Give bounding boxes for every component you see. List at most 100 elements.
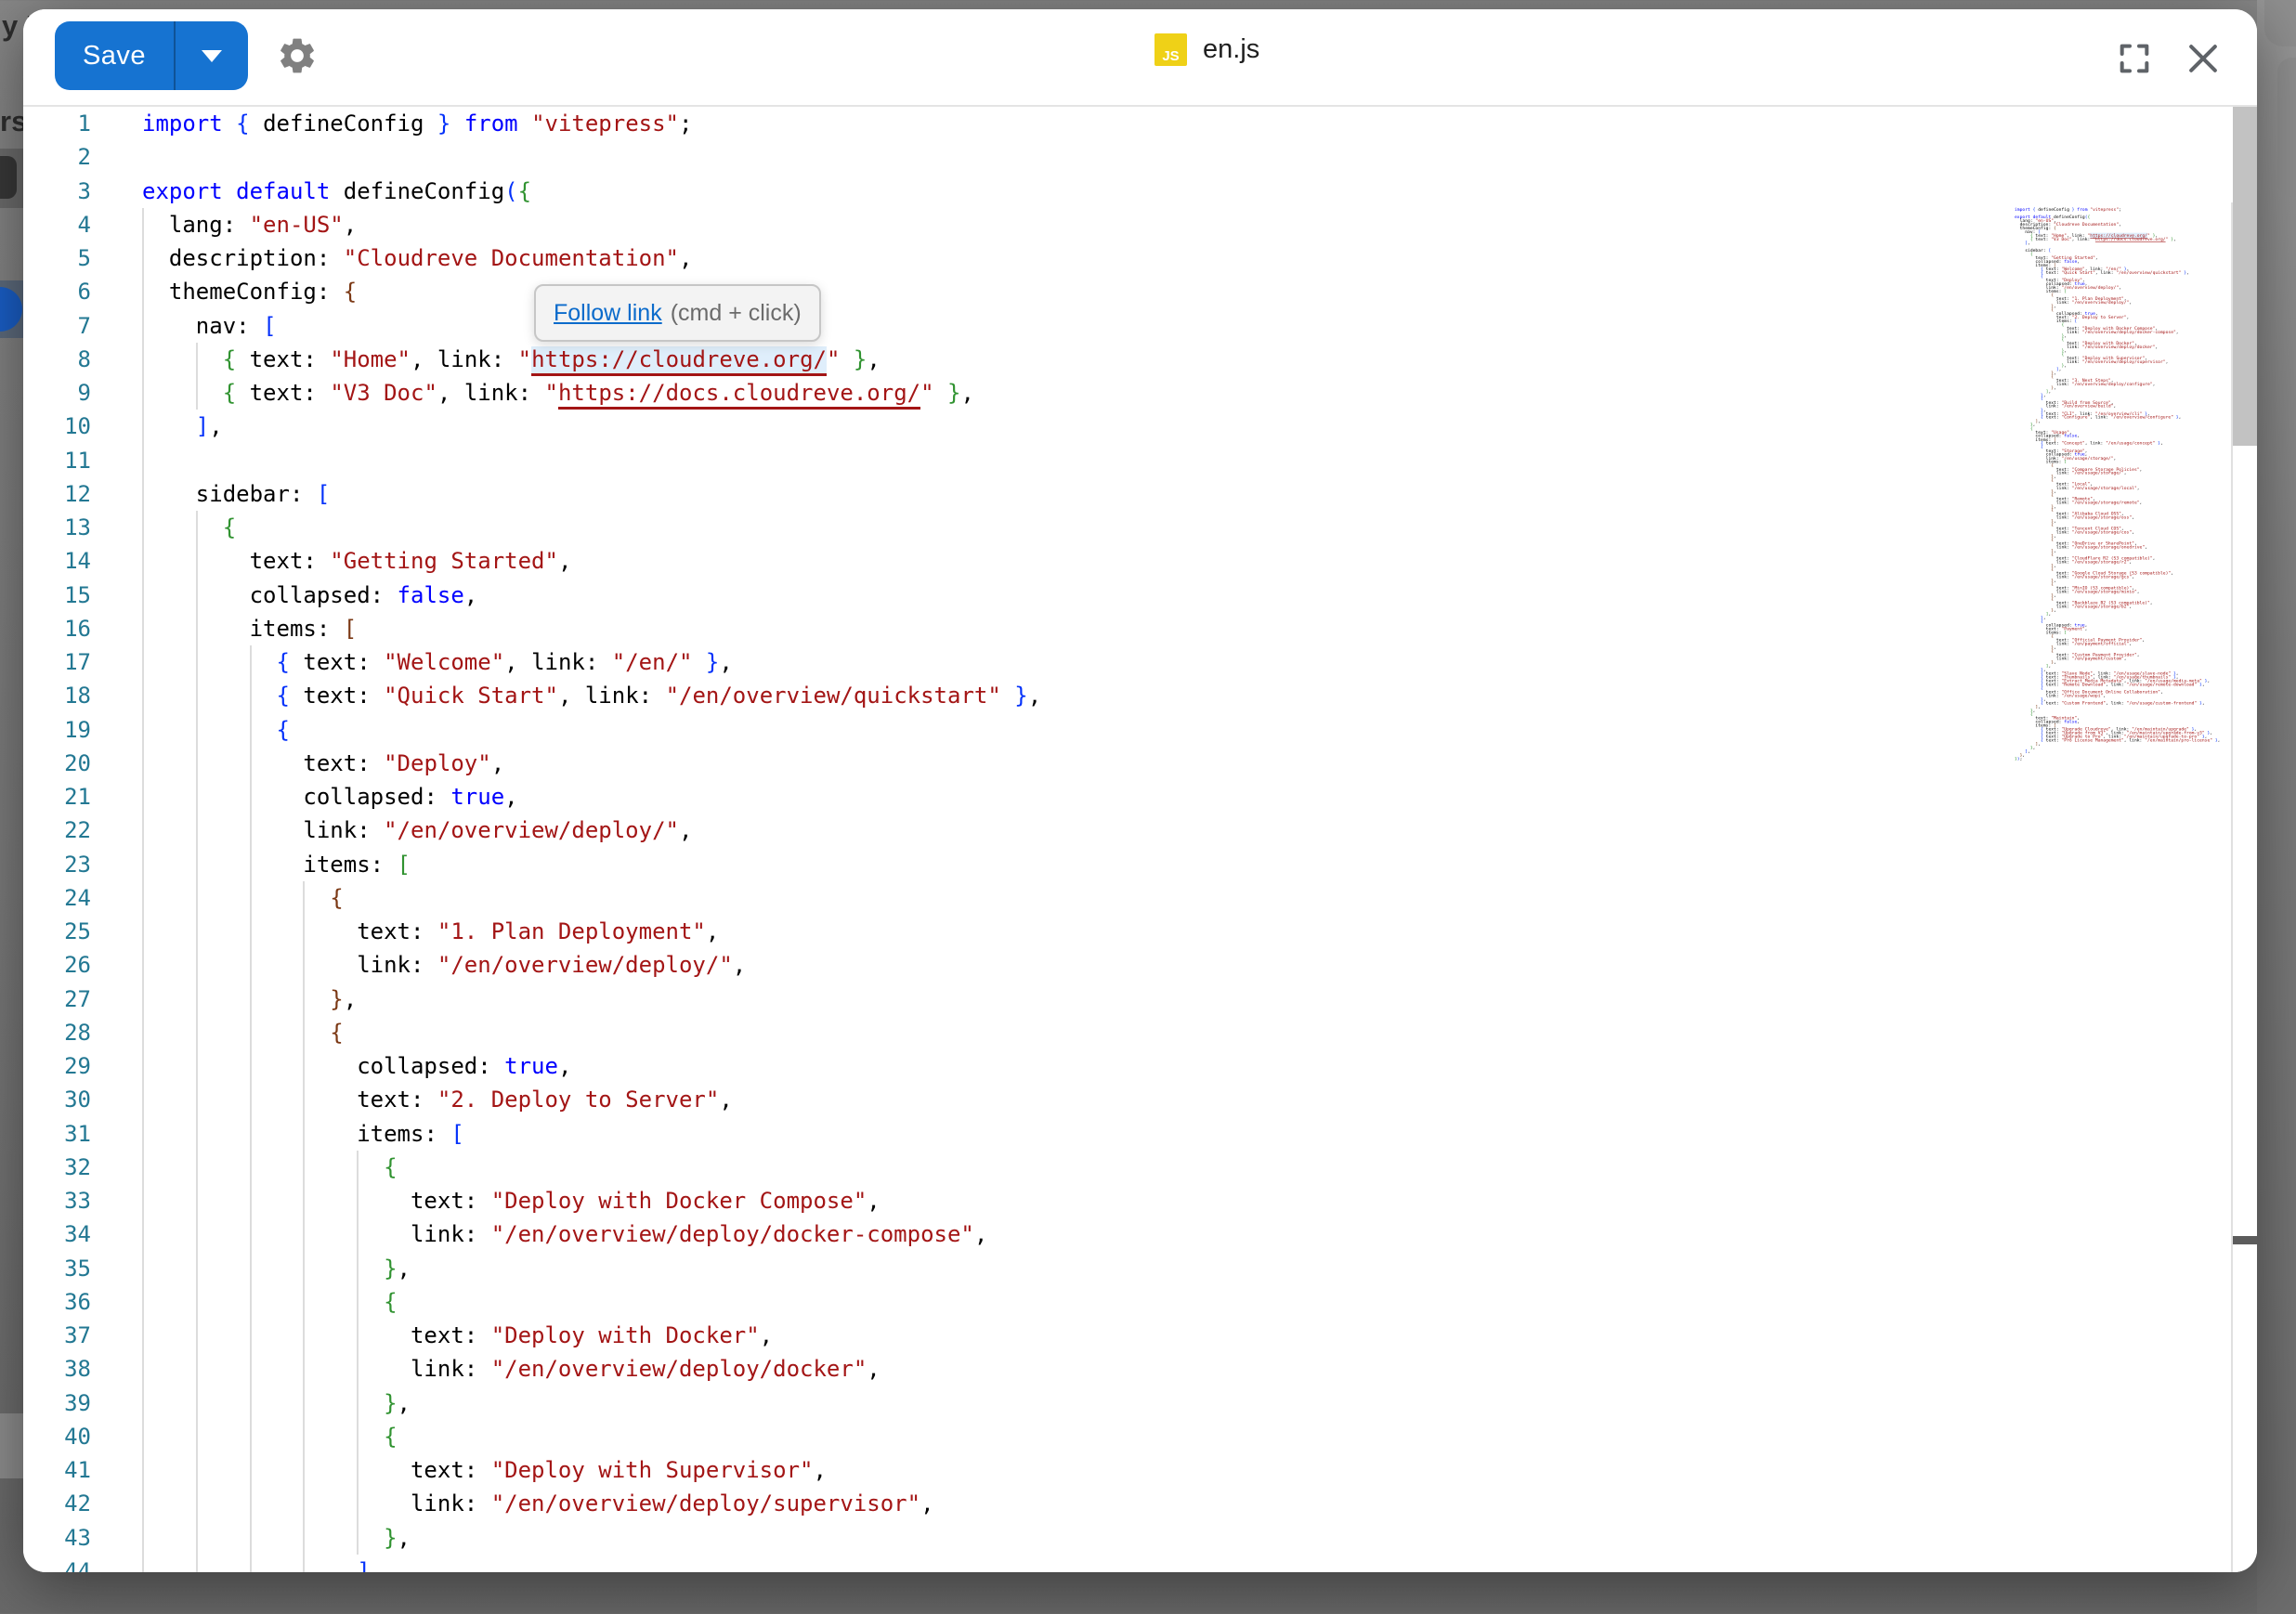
- indent-guide: [303, 1521, 305, 1555]
- line-number: 1: [23, 107, 91, 140]
- indent-guide: [196, 1083, 198, 1116]
- indent-guide: [303, 983, 305, 1016]
- code-link[interactable]: https://docs.cloudreve.org/: [2095, 237, 2166, 242]
- code-link[interactable]: https://cloudreve.org/: [531, 346, 827, 376]
- backdrop-row-fragment: [0, 1413, 24, 1478]
- code-line: 22 link: "/en/overview/deploy/",: [23, 814, 2257, 847]
- follow-link-action[interactable]: Follow link: [554, 300, 662, 327]
- indent-guide: [196, 1117, 198, 1151]
- code-line: 14 text: "Getting Started",: [23, 544, 2257, 578]
- code-line: 23 items: [: [23, 848, 2257, 881]
- code-line: 42 link: "/en/overview/deploy/supervisor…: [23, 1487, 2257, 1520]
- indent-guide: [142, 713, 144, 747]
- code-line: 38 link: "/en/overview/deploy/docker",: [23, 1352, 2257, 1386]
- close-icon[interactable]: [2183, 38, 2224, 79]
- indent-guide: [303, 1083, 305, 1116]
- code-line: 21 collapsed: true,: [23, 780, 2257, 814]
- indent-guide: [142, 376, 144, 410]
- indent-guide: [196, 1285, 198, 1319]
- indent-guide: [142, 1151, 144, 1184]
- indent-guide: [250, 679, 252, 712]
- code-editor[interactable]: 1 import { defineConfig } from "vitepress…: [23, 107, 2257, 1572]
- indent-guide: [142, 679, 144, 712]
- indent-guide: [250, 848, 252, 881]
- line-number: 33: [23, 1184, 91, 1217]
- code-line: 16 items: [: [23, 612, 2257, 645]
- line-number: 24: [23, 881, 91, 915]
- indent-guide: [196, 948, 198, 982]
- indent-guide: [196, 1420, 198, 1453]
- code-line: 28 {: [23, 1016, 2257, 1049]
- indent-guide: [250, 780, 252, 814]
- line-number: 10: [23, 410, 91, 443]
- code-line: 44 ],: [23, 1555, 2257, 1572]
- indent-guide: [357, 1184, 359, 1217]
- indent-guide: [250, 645, 252, 679]
- code-line: 31 items: [: [23, 1117, 2257, 1151]
- indent-guide: [250, 1252, 252, 1285]
- indent-guide: [357, 1386, 359, 1420]
- line-number: 20: [23, 747, 91, 780]
- indent-guide: [303, 1252, 305, 1285]
- indent-guide: [142, 208, 144, 241]
- indent-guide: [142, 444, 144, 477]
- line-number: 5: [23, 241, 91, 275]
- code-line: 30 text: "2. Deploy to Server",: [23, 1083, 2257, 1116]
- indent-guide: [250, 1521, 252, 1555]
- code-line: 33 text: "Deploy with Docker Compose",: [23, 1184, 2257, 1217]
- line-number: 4: [23, 208, 91, 241]
- indent-guide: [142, 275, 144, 308]
- indent-guide: [142, 780, 144, 814]
- indent-guide: [196, 1016, 198, 1049]
- indent-guide: [303, 1487, 305, 1520]
- line-number: 38: [23, 1352, 91, 1386]
- indent-guide: [303, 1151, 305, 1184]
- line-number: 31: [23, 1117, 91, 1151]
- indent-guide: [250, 1555, 252, 1572]
- indent-guide: [303, 1386, 305, 1420]
- indent-guide: [142, 241, 144, 275]
- indent-guide: [142, 1420, 144, 1453]
- code-link[interactable]: https://docs.cloudreve.org/: [558, 380, 920, 410]
- fullscreen-icon[interactable]: [2116, 40, 2153, 77]
- line-number: 13: [23, 511, 91, 544]
- scrollbar-slider[interactable]: [2233, 107, 2257, 446]
- indent-guide: [196, 579, 198, 612]
- settings-gear-icon[interactable]: [276, 34, 319, 77]
- code-line: 3export default defineConfig({: [23, 175, 2257, 208]
- minimap[interactable]: import { defineConfig } from "vitepress"…: [2015, 206, 2230, 1571]
- indent-guide: [196, 1386, 198, 1420]
- indent-guide: [303, 1319, 305, 1352]
- code-line: 19 {: [23, 713, 2257, 747]
- code-line: 6 themeConfig: {: [23, 275, 2257, 308]
- line-number: 25: [23, 915, 91, 948]
- indent-guide: [196, 1487, 198, 1520]
- indent-guide: [196, 1217, 198, 1251]
- indent-guide: [196, 1555, 198, 1572]
- line-number: 39: [23, 1386, 91, 1420]
- indent-guide: [142, 983, 144, 1016]
- line-number: 6: [23, 275, 91, 308]
- code-line: 13 {: [23, 511, 2257, 544]
- line-number: 8: [23, 343, 91, 376]
- file-title-group: JS en.js: [1155, 33, 1259, 66]
- indent-guide: [250, 1049, 252, 1083]
- indent-guide: [142, 1285, 144, 1319]
- indent-guide: [196, 1521, 198, 1555]
- line-number: 29: [23, 1049, 91, 1083]
- indent-guide: [250, 881, 252, 915]
- save-dropdown-button[interactable]: [176, 21, 248, 90]
- indent-guide: [196, 1151, 198, 1184]
- code-line: 17 { text: "Welcome", link: "/en/" },: [23, 645, 2257, 679]
- indent-guide: [357, 1352, 359, 1386]
- indent-guide: [196, 376, 198, 410]
- save-button[interactable]: Save: [55, 21, 248, 90]
- code-line: 35 },: [23, 1252, 2257, 1285]
- code-line: 12 sidebar: [: [23, 477, 2257, 511]
- indent-guide: [196, 848, 198, 881]
- indent-guide: [250, 948, 252, 982]
- indent-guide: [357, 1217, 359, 1251]
- editor-header: Save JS en.js: [23, 9, 2257, 107]
- line-number: 16: [23, 612, 91, 645]
- indent-guide: [142, 948, 144, 982]
